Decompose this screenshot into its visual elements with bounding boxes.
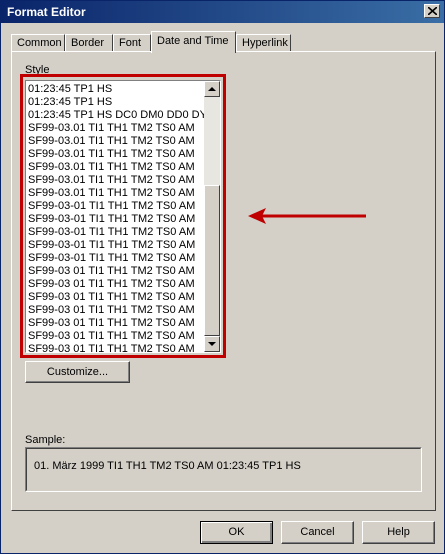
list-item[interactable]: SF99-03-01 TI1 TH1 TM2 TS0 AM	[28, 226, 204, 239]
arrow-up-icon	[208, 87, 216, 91]
list-item[interactable]: 01:23:45 TP1 HS	[28, 83, 204, 96]
list-item[interactable]: SF99-03-01 TI1 TH1 TM2 TS0 AM	[28, 200, 204, 213]
style-listbox[interactable]: 01:23:45 TP1 HS 01:23:45 TP1 HS 01:23:45 T…	[25, 80, 221, 353]
list-item[interactable]: SF99-03 01 TI1 TH1 TM2 TS0 AM	[28, 304, 204, 317]
list-item[interactable]: SF99-03.01 TI1 TH1 TM2 TS0 AM	[28, 174, 204, 187]
list-item[interactable]: SF99-03 01 TI1 TH1 TM2 TS0 AM	[28, 278, 204, 291]
red-arrow-icon	[248, 208, 366, 224]
ok-button[interactable]: OK	[200, 521, 273, 544]
style-list: 01:23:45 TP1 HS 01:23:45 TP1 HS 01:23:45 T…	[28, 83, 204, 352]
tab-font[interactable]: Font	[113, 34, 151, 52]
list-item[interactable]: SF99-03.01 TI1 TH1 TM2 TS0 AM	[28, 148, 204, 161]
window-title: Format Editor	[7, 5, 86, 19]
title-bar[interactable]: Format Editor	[1, 1, 444, 23]
arrow-down-icon	[208, 342, 216, 346]
tab-border[interactable]: Border	[65, 34, 113, 52]
list-item[interactable]: SF99-03-01 TI1 TH1 TM2 TS0 AM	[28, 239, 204, 252]
list-scrollbar[interactable]	[204, 81, 220, 352]
tab-label: Border	[71, 37, 105, 49]
list-item[interactable]: SF99-03 01 TI1 TH1 TM2 TS0 AM	[28, 265, 204, 278]
list-item[interactable]: SF99-03.01 TI1 TH1 TM2 TS0 AM	[28, 161, 204, 174]
list-item[interactable]: SF99-03 01 TI1 TH1 TM2 TS0 AM	[28, 330, 204, 343]
list-item[interactable]: SF99-03-01 TI1 TH1 TM2 TS0 AM	[28, 252, 204, 265]
list-item[interactable]: SF99-03.01 TI1 TH1 TM2 TS0 AM	[28, 122, 204, 135]
sample-text: 01. März 1999 TI1 TH1 TM2 TS0 AM 01:23:4…	[34, 460, 301, 472]
close-icon	[428, 7, 437, 15]
list-item[interactable]: SF99-03.01 TI1 TH1 TM2 TS0 AM	[28, 187, 204, 200]
tab-label: Common	[17, 37, 62, 49]
list-item[interactable]: SF99-03.01 TI1 TH1 TM2 TS0 AM	[28, 135, 204, 148]
list-item[interactable]: SF99-03 01 TI1 TH1 TM2 TS0 AM	[28, 317, 204, 330]
tab-label: Date and Time	[157, 35, 229, 47]
scroll-down-button[interactable]	[204, 336, 220, 352]
list-item[interactable]: SF99-03 01 TI1 TH1 TM2 TS0 AM	[28, 343, 204, 352]
list-item[interactable]: SF99-03 01 TI1 TH1 TM2 TS0 AM	[28, 291, 204, 304]
cancel-button[interactable]: Cancel	[281, 521, 354, 544]
tab-label: Hyperlink	[242, 37, 288, 49]
sample-label: Sample:	[25, 434, 66, 446]
scroll-up-button[interactable]	[204, 81, 220, 97]
tab-common[interactable]: Common	[11, 34, 65, 52]
list-item[interactable]: SF99-03-01 TI1 TH1 TM2 TS0 AM	[28, 213, 204, 226]
help-button[interactable]: Help	[362, 521, 435, 544]
tab-date-and-time[interactable]: Date and Time	[151, 31, 236, 53]
list-item[interactable]: 01:23:45 TP1 HS	[28, 96, 204, 109]
customize-button[interactable]: Customize...	[25, 361, 130, 383]
close-button[interactable]	[424, 4, 440, 18]
list-item[interactable]: 01:23:45 TP1 HS DC0 DM0 DD0 DY0	[28, 109, 204, 122]
format-editor-window: Format Editor Common Border Font Date an…	[0, 0, 445, 554]
tab-hyperlink[interactable]: Hyperlink	[236, 34, 291, 52]
tab-label: Font	[119, 37, 142, 49]
scroll-thumb[interactable]	[204, 185, 220, 336]
sample-box: 01. März 1999 TI1 TH1 TM2 TS0 AM 01:23:4…	[25, 447, 422, 492]
